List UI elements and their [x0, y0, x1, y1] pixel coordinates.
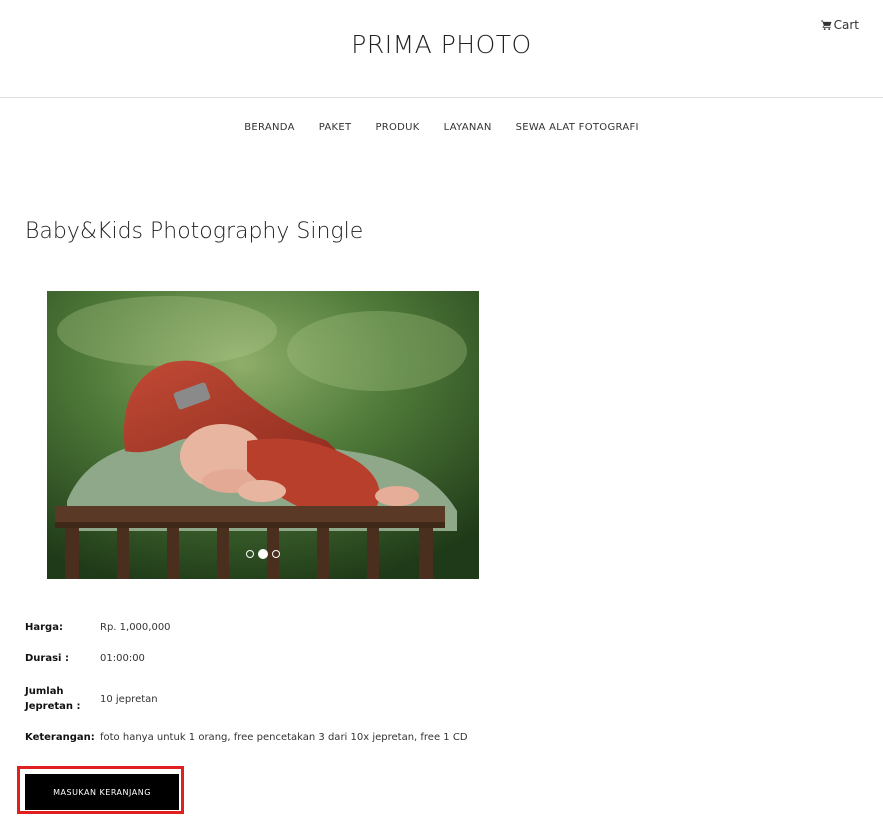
- detail-row-keterangan: Keterangan: foto hanya untuk 1 orang, fr…: [25, 730, 468, 745]
- detail-row-harga: Harga: Rp. 1,000,000: [25, 620, 171, 635]
- detail-row-jumlah-jepretan: Jumlah Jepretan : 10 jepretan: [25, 684, 158, 714]
- detail-row-durasi: Durasi : 01:00:00: [25, 651, 145, 666]
- detail-value: 10 jepretan: [100, 693, 158, 705]
- nav-item-layanan[interactable]: LAYANAN: [444, 122, 492, 133]
- cart-label: Cart: [833, 18, 859, 32]
- detail-label: Jumlah Jepretan :: [25, 686, 81, 712]
- shopping-cart-icon: [820, 20, 832, 30]
- site-header: PRIMA PHOTO Cart: [0, 0, 883, 98]
- add-to-cart-button[interactable]: MASUKAN KERANJANG: [25, 774, 179, 810]
- detail-value: 01:00:00: [100, 653, 145, 664]
- carousel-indicators: [47, 549, 479, 559]
- product-image-carousel[interactable]: [47, 291, 479, 579]
- site-title[interactable]: PRIMA PHOTO: [0, 30, 883, 59]
- product-title: Baby&Kids Photography Single: [25, 219, 364, 244]
- carousel-dot-1[interactable]: [246, 550, 254, 558]
- detail-value: foto hanya untuk 1 orang, free pencetaka…: [100, 732, 468, 743]
- carousel-dot-3[interactable]: [272, 550, 280, 558]
- main-nav: BERANDA PAKET PRODUK LAYANAN SEWA ALAT F…: [0, 122, 883, 133]
- detail-label: Keterangan:: [25, 732, 95, 743]
- detail-label: Harga:: [25, 622, 63, 633]
- product-photo: [47, 291, 479, 579]
- product-page: PRIMA PHOTO Cart BERANDA PAKET PRODUK LA…: [0, 0, 883, 819]
- nav-item-beranda[interactable]: BERANDA: [244, 122, 295, 133]
- nav-item-produk[interactable]: PRODUK: [375, 122, 419, 133]
- nav-item-sewa-alat-fotografi[interactable]: SEWA ALAT FOTOGRAFI: [516, 122, 639, 133]
- detail-value: Rp. 1,000,000: [100, 622, 171, 633]
- carousel-dot-2[interactable]: [258, 549, 268, 559]
- detail-label: Durasi :: [25, 653, 69, 664]
- nav-item-paket[interactable]: PAKET: [319, 122, 352, 133]
- cart-link[interactable]: Cart: [820, 18, 859, 32]
